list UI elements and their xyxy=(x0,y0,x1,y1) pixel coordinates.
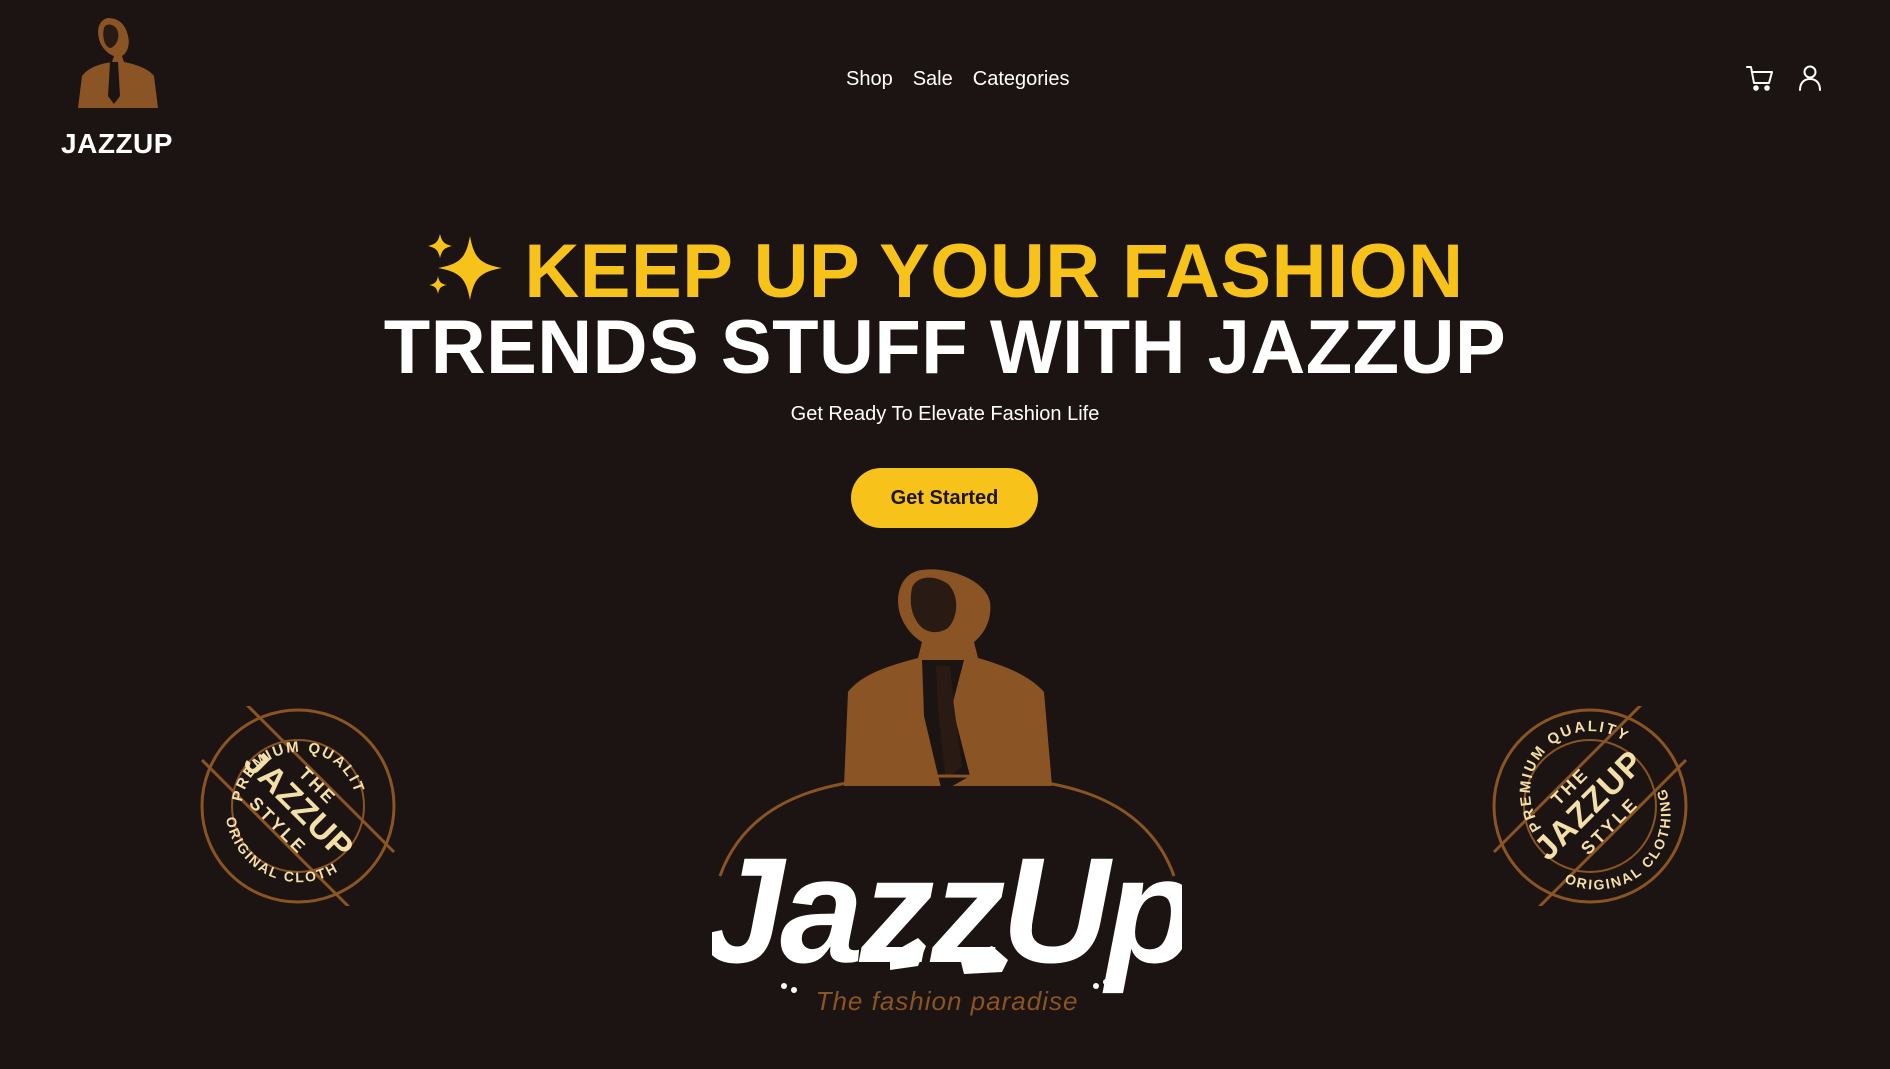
main-nav: Shop Sale Categories xyxy=(846,68,1069,91)
logo-figure-icon xyxy=(78,18,158,108)
brand-wordmark: JazzUp xyxy=(712,826,1182,994)
get-started-button[interactable]: Get Started xyxy=(851,468,1038,528)
premium-quality-badge-right: PREMIUM QUALITY ORIGINAL CLOTHING THE JA… xyxy=(1490,700,1690,912)
nav-shop[interactable]: Shop xyxy=(846,68,893,91)
landing-page: JAZZUP Shop Sale Categories KEEP UP YOUR… xyxy=(0,0,1890,1069)
nav-categories[interactable]: Categories xyxy=(973,68,1070,91)
site-logo[interactable]: JAZZUP xyxy=(58,16,176,159)
hero-title-line2: TRENDS STUFF WITH JAZZUP xyxy=(383,305,1507,390)
hero-title-line1-text: KEEP UP YOUR FASHION xyxy=(524,229,1464,314)
brand-tagline: The fashion paradise xyxy=(816,986,1079,1016)
nav-sale[interactable]: Sale xyxy=(913,68,953,91)
brand-figure-icon xyxy=(844,569,1052,792)
hero-subtitle: Get Ready To Elevate Fashion Life xyxy=(790,403,1100,425)
user-icon[interactable] xyxy=(1796,64,1824,92)
logo-text: JAZZUP xyxy=(61,128,173,159)
header-actions xyxy=(1746,64,1824,92)
premium-quality-badge-left: PREMIUM QUALITY ORIGINAL CLOTHING THE JA… xyxy=(192,693,398,912)
jazzup-brand-logo: JazzUp The fashion paradise xyxy=(701,566,1197,1036)
cart-icon[interactable] xyxy=(1746,64,1774,92)
